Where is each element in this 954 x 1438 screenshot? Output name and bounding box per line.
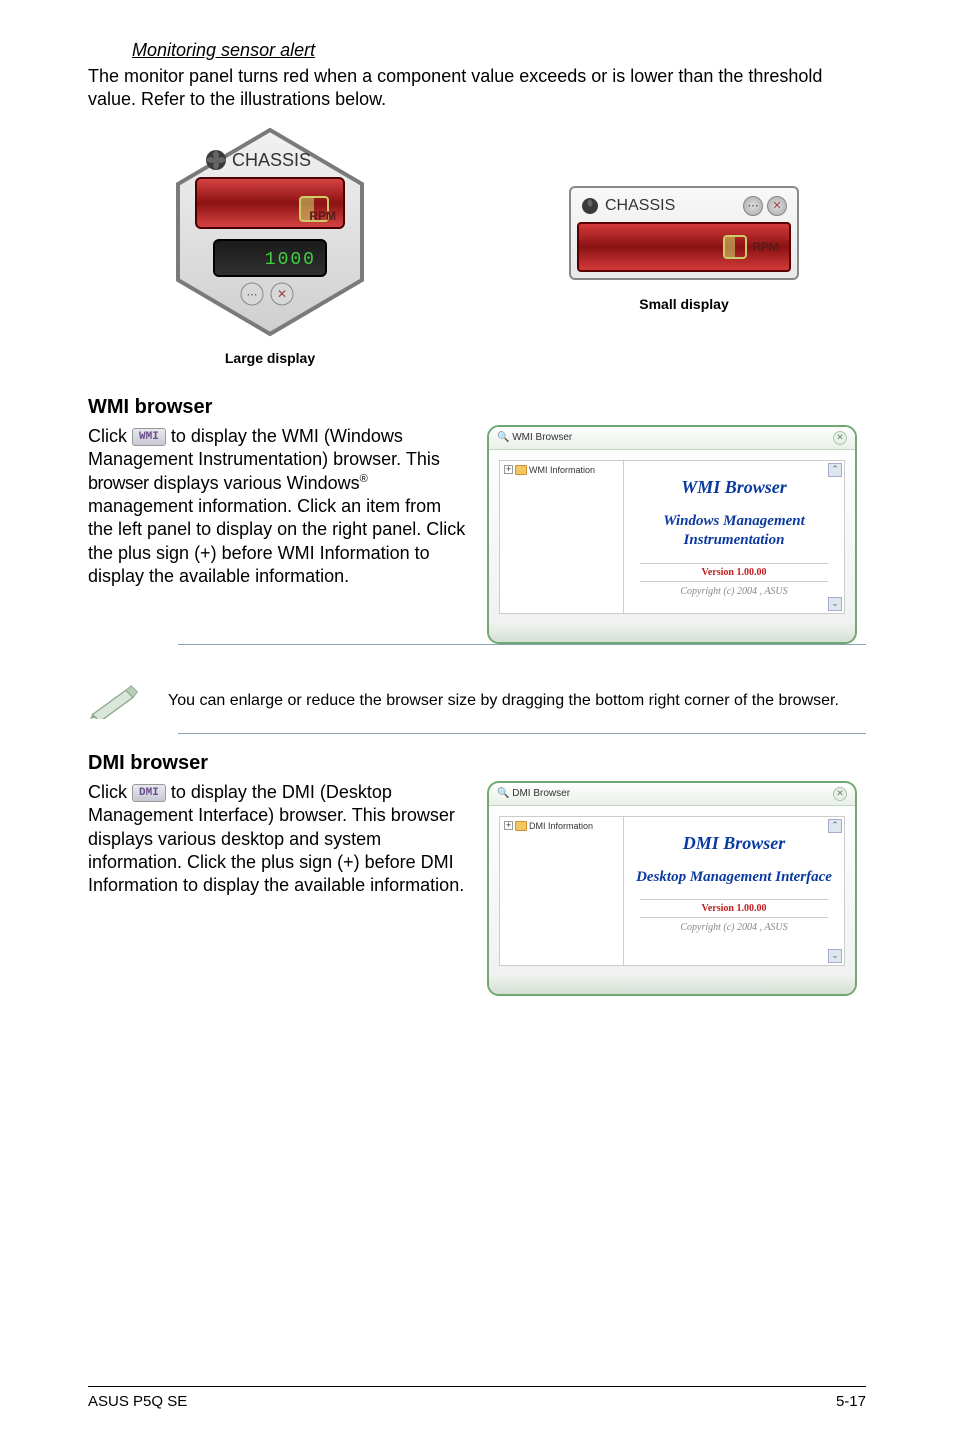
registered-mark: ®: [360, 473, 368, 485]
dmi-copyright: Copyright (c) 2004 , ASUS: [630, 922, 838, 933]
large-display-caption: Large display: [225, 350, 315, 366]
folder-icon: [515, 821, 527, 831]
dmi-version: Version 1.00.00: [640, 899, 828, 918]
wmi-button[interactable]: WMI: [132, 428, 166, 446]
config-icon-small[interactable]: ⋯: [743, 196, 763, 216]
fan-icon: [581, 197, 599, 215]
scroll-down-icon[interactable]: ⌄: [828, 949, 842, 963]
page-footer: ASUS P5Q SE 5-17: [88, 1386, 866, 1410]
rpm-indicator-icon: [722, 234, 748, 260]
wmi-section-title: WMI browser: [88, 396, 866, 419]
note-divider-top: [178, 644, 866, 645]
lower-value: 1000: [265, 250, 316, 270]
dmi-section-title: DMI browser: [88, 752, 866, 775]
expand-icon[interactable]: +: [504, 465, 513, 474]
dmi-content-panel: ⌃ DMI Browser Desktop Management Interfa…: [624, 816, 845, 966]
dmi-tree-node[interactable]: DMI Information: [529, 821, 593, 831]
small-red-bar: RPM: [577, 222, 791, 272]
wmi-paragraph: Click WMI to display the WMI (Windows Ma…: [88, 425, 467, 589]
resize-grip[interactable]: [489, 624, 855, 642]
wmi-tree-node[interactable]: WMI Information: [529, 465, 595, 475]
rpm-label-large: RPM: [309, 209, 336, 223]
display-examples: CHASSIS RPM 1000 ⋯ ✕ Large display: [88, 122, 866, 366]
chassis-title-small: CHASSIS: [605, 197, 675, 215]
scroll-up-icon[interactable]: ⌃: [828, 819, 842, 833]
folder-icon: [515, 465, 527, 475]
wmi-content-panel: ⌃ WMI Browser Windows Management Instrum…: [624, 460, 845, 614]
note-text: You can enlarge or reduce the browser si…: [168, 690, 866, 712]
wmi-version: Version 1.00.00: [640, 563, 828, 582]
close-icon[interactable]: ✕: [833, 787, 847, 801]
svg-text:✕: ✕: [277, 287, 287, 301]
dmi-browser-window: 🔍 DMI Browser ✕ + DMI Information ⌃ DMI …: [487, 781, 857, 996]
dmi-window-title: 🔍 DMI Browser: [497, 788, 570, 799]
dmi-content-subtitle: Desktop Management Interface: [630, 868, 838, 888]
wmi-content-subtitle: Windows Management Instrumentation: [630, 512, 838, 551]
monitoring-sensor-alert-body: The monitor panel turns red when a compo…: [88, 65, 866, 112]
small-display-panel: CHASSIS ⋯ ✕ RPM: [569, 186, 799, 280]
svg-text:⋯: ⋯: [247, 289, 258, 301]
chassis-title-large: CHASSIS: [232, 150, 311, 170]
wmi-browser-window: 🔍 WMI Browser ✕ + WMI Information ⌃ WMI …: [487, 425, 857, 644]
config-icon-large[interactable]: ⋯: [241, 283, 263, 305]
scroll-down-icon[interactable]: ⌄: [828, 597, 842, 611]
large-display-column: CHASSIS RPM 1000 ⋯ ✕ Large display: [88, 122, 452, 366]
expand-icon[interactable]: +: [504, 821, 513, 830]
scroll-up-icon[interactable]: ⌃: [828, 463, 842, 477]
wmi-content-title: WMI Browser: [630, 477, 838, 498]
note-callout: You can enlarge or reduce the browser si…: [88, 673, 866, 729]
fan-icon: [206, 150, 226, 170]
small-display-caption: Small display: [639, 296, 728, 312]
note-divider-bottom: [178, 733, 866, 734]
resize-grip[interactable]: [489, 976, 855, 994]
close-icon[interactable]: ✕: [833, 431, 847, 445]
wmi-copyright: Copyright (c) 2004 , ASUS: [630, 586, 838, 597]
pencil-icon: [88, 683, 142, 719]
wmi-window-title: 🔍 WMI Browser: [497, 432, 572, 443]
close-icon-large[interactable]: ✕: [271, 283, 293, 305]
rpm-label-small: RPM: [752, 240, 779, 254]
footer-left: ASUS P5Q SE: [88, 1393, 187, 1410]
monitoring-sensor-alert-heading: Monitoring sensor alert: [88, 40, 866, 61]
small-display-column: CHASSIS ⋯ ✕ RPM Small display: [502, 186, 866, 312]
dmi-paragraph: Click DMI to display the DMI (Desktop Ma…: [88, 781, 467, 898]
wmi-tree-panel[interactable]: + WMI Information: [499, 460, 624, 614]
dmi-button[interactable]: DMI: [132, 784, 166, 802]
large-display-panel: CHASSIS RPM 1000 ⋯ ✕: [160, 122, 380, 342]
footer-page-number: 5-17: [836, 1393, 866, 1410]
close-icon-small[interactable]: ✕: [767, 196, 787, 216]
dmi-content-title: DMI Browser: [630, 833, 838, 854]
dmi-tree-panel[interactable]: + DMI Information: [499, 816, 624, 966]
